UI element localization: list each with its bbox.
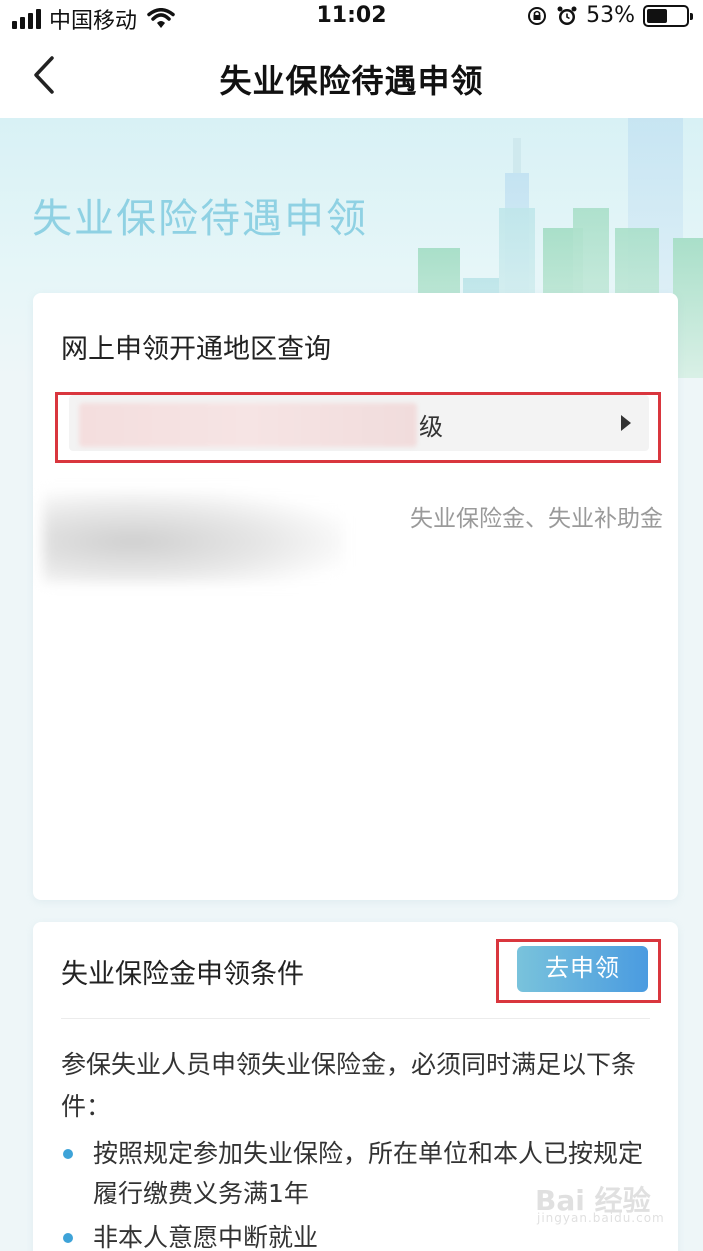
region-query-card: 网上申领开通地区查询 级 失业保险金、失业补助金	[33, 293, 678, 900]
region-result-row: 失业保险金、失业补助金	[43, 491, 663, 591]
conditions-intro: 参保失业人员申领失业保险金，必须同时满足以下条件：	[61, 1050, 637, 1121]
battery-percent: 53%	[586, 3, 635, 28]
page-title: 失业保险待遇申领	[219, 62, 484, 100]
region-query-heading: 网上申领开通地区查询	[61, 334, 331, 365]
alarm-icon	[557, 6, 577, 25]
status-bar: 中国移动 11:02 53%	[0, 0, 703, 34]
conditions-heading: 失业保险金申领条件	[61, 959, 304, 990]
baidu-jingyan-watermark: Bai 经验 jingyan.baidu.com	[535, 1179, 665, 1229]
region-result-text: 失业保险金、失业补助金	[410, 506, 663, 532]
bullet-dot-icon	[63, 1233, 73, 1243]
condition-text: 非本人意愿中断就业	[93, 1223, 319, 1251]
apply-button-highlight	[496, 939, 661, 1003]
divider	[61, 1018, 650, 1019]
rotation-lock-icon	[528, 6, 547, 25]
battery-icon	[643, 4, 693, 27]
bullet-dot-icon	[63, 1149, 73, 1159]
status-right: 53%	[526, 3, 693, 28]
region-result-redacted	[43, 491, 343, 583]
watermark-sub: jingyan.baidu.com	[537, 1211, 665, 1225]
region-selector-highlight	[55, 392, 661, 463]
nav-bar: 失业保险待遇申领	[0, 34, 703, 118]
banner-title: 失业保险待遇申领	[32, 196, 368, 242]
battery-fill	[647, 8, 668, 23]
